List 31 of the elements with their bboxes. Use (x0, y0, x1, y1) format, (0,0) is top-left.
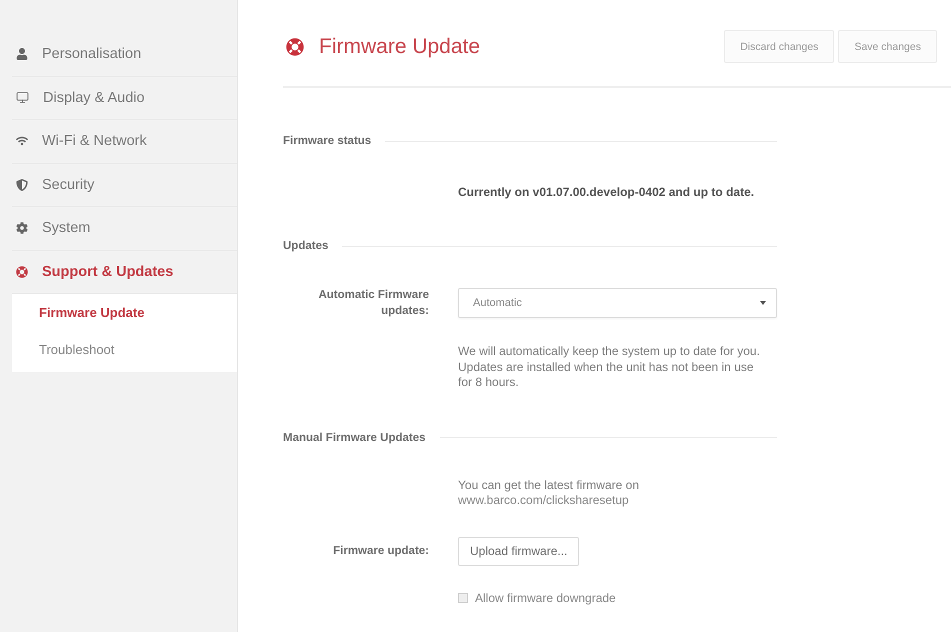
sidebar-item[interactable]: Personalisation (12, 33, 237, 76)
sidebar-item[interactable]: System (12, 207, 237, 250)
checkbox[interactable] (458, 592, 468, 602)
header-button[interactable]: Save changes (838, 30, 937, 63)
status-text: Currently on v01.07.00.develop-0402 and up to date. (458, 185, 754, 199)
monitor-icon (16, 91, 29, 104)
submenu-item[interactable]: Firmware Update (12, 294, 237, 331)
info-text: You can get the latest firmware on www.barco.com/clicksharesetup (458, 478, 640, 508)
page-title: Firmware Update (319, 35, 480, 59)
caret-icon (760, 301, 766, 305)
checkbox-label: Allow firmware downgrade (475, 590, 616, 604)
lifebuoy-icon (286, 38, 304, 56)
submenu-item[interactable]: Troubleshoot (12, 331, 237, 368)
person-icon (16, 48, 28, 60)
gear-icon (16, 222, 28, 234)
section-title: Firmware status (283, 135, 372, 147)
help-text: We will automatically keep the system up to date for you. Updates are installed when the unit has not been in use for 8 hours. (458, 344, 761, 390)
field-label: Automatic Firmware updates: (317, 288, 429, 319)
lifebuoy-icon (16, 266, 28, 278)
select-field[interactable]: Automatic (458, 288, 777, 318)
header-button[interactable]: Discard changes (724, 30, 834, 63)
sidebar-item[interactable]: Wi-Fi & Network (12, 120, 237, 164)
sidebar-item[interactable]: Display & Audio (12, 76, 237, 120)
sidebar-item[interactable]: Security (12, 164, 237, 207)
upload-button[interactable]: Upload firmware... (458, 536, 580, 566)
field-label: Firmware update: (332, 544, 429, 559)
wifi-icon (16, 135, 28, 148)
section-title: Manual Firmware Updates (283, 432, 426, 444)
website-link[interactable]: www.barco.com/clicksharesetup (458, 493, 629, 507)
section-title: Updates (283, 240, 328, 252)
shield-icon (16, 178, 28, 191)
